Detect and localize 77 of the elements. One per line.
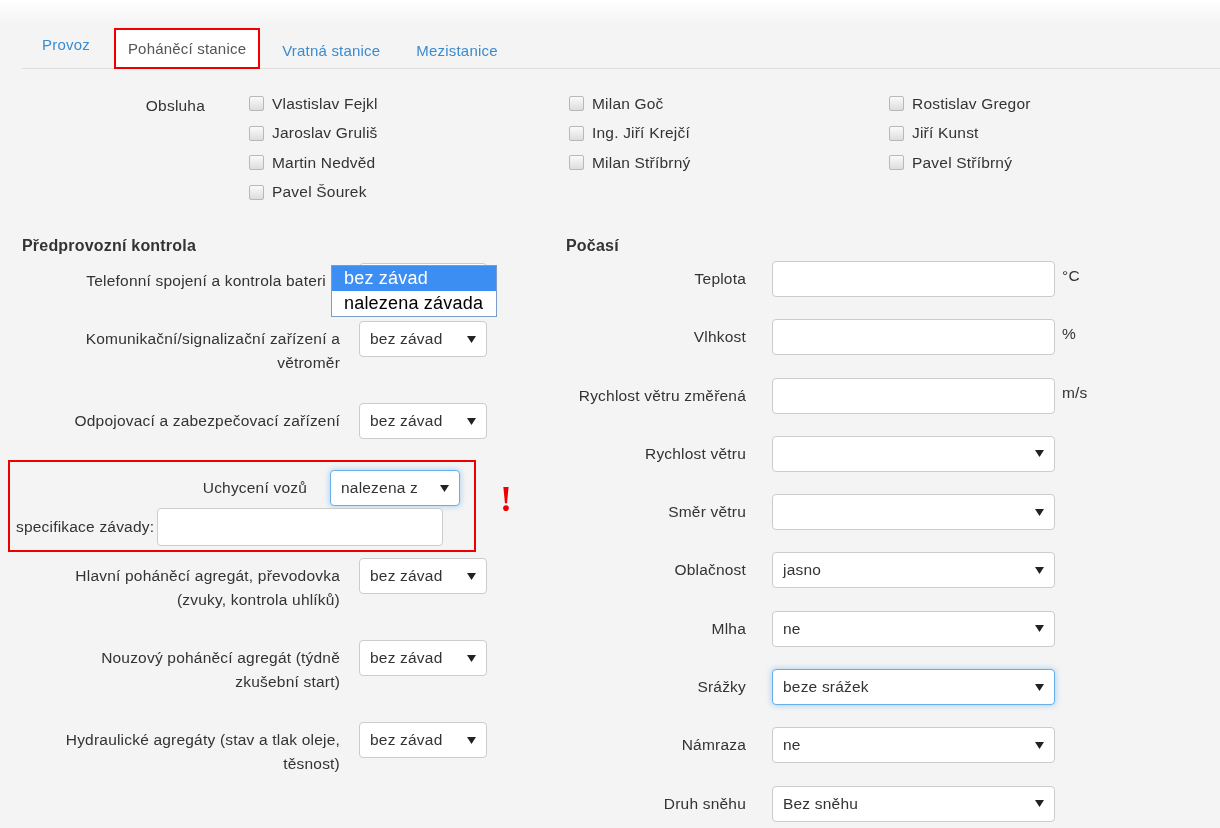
section-heading: Počasí xyxy=(566,236,620,254)
field-label: Oblačnost xyxy=(674,561,746,580)
checkbox[interactable] xyxy=(569,125,584,141)
text-input-field[interactable] xyxy=(157,508,444,546)
checkbox[interactable] xyxy=(249,96,264,112)
checkbox-label: Milan Stříbrný xyxy=(592,153,691,172)
checkbox[interactable] xyxy=(569,96,584,112)
field-label: Nouzový poháněcí agregát (týdně zkušební start) xyxy=(100,648,340,692)
caret-icon xyxy=(467,417,476,425)
unit-label: m/s xyxy=(1062,382,1089,402)
checkbox-label: Vlastislav Fejkl xyxy=(272,94,378,113)
caret-icon xyxy=(1035,508,1044,516)
checkbox-label: Martin Nedvěd xyxy=(272,153,376,172)
field-label: Rychlost větru změřená xyxy=(578,386,746,405)
checkbox[interactable] xyxy=(249,155,264,171)
checkbox[interactable] xyxy=(569,155,584,171)
alert-mark: ! xyxy=(500,478,513,520)
field-label: Námraza xyxy=(681,736,746,755)
caret-icon xyxy=(440,484,449,492)
section-heading: Předprovozní kontrola xyxy=(22,236,197,254)
caret-icon xyxy=(467,572,476,580)
dropdown[interactable]: jasno xyxy=(772,552,1055,589)
dropdown[interactable]: beze srážek xyxy=(772,669,1055,706)
checkbox[interactable] xyxy=(889,96,904,112)
dropdown[interactable]: bez závad xyxy=(359,640,487,676)
caret-icon xyxy=(1035,625,1044,633)
caret-icon xyxy=(1035,567,1044,574)
field-label: Vlhkost xyxy=(693,328,746,347)
dropdown-option[interactable]: nalezena závada xyxy=(332,291,496,316)
caret-icon xyxy=(1035,450,1044,458)
field-label: specifikace závady: xyxy=(15,518,156,536)
field-label: Srážky xyxy=(697,678,746,697)
field-label: Hydraulické agregáty (stav a tlak oleje, těsnost) xyxy=(64,730,340,774)
field-label: Uchycení vozů xyxy=(202,479,308,497)
field-label: Mlha xyxy=(711,619,746,638)
checkbox[interactable] xyxy=(249,184,264,200)
checkbox-label: Jaroslav Gruliš xyxy=(272,124,378,143)
dropdown[interactable]: bez závad xyxy=(359,321,487,357)
dropdown[interactable]: bez závad xyxy=(359,558,487,594)
field-label: Hlavní poháněcí agregát, převodovka (zvuky, kontrola uhlíků) xyxy=(74,566,340,610)
checkbox[interactable] xyxy=(889,155,904,171)
checkbox[interactable] xyxy=(889,125,904,141)
caret-icon xyxy=(1035,741,1044,749)
field-label: Druh sněhu xyxy=(663,794,746,813)
checkbox-label: Ing. Jiří Krejčí xyxy=(592,124,690,143)
dropdown[interactable]: ne xyxy=(772,727,1055,764)
caret-icon xyxy=(1035,683,1044,691)
unit-label: °C xyxy=(1062,266,1081,285)
tab[interactable]: Poháněcí stanice xyxy=(113,28,261,69)
field-label: Telefonní spojení a kontrola bateri xyxy=(86,271,326,291)
field-label: Komunikační/signalizační zařízení a větroměr xyxy=(84,329,340,373)
caret-icon xyxy=(467,654,476,662)
dropdown[interactable]: nalezena z xyxy=(330,470,460,506)
checkbox[interactable] xyxy=(249,125,264,141)
field-label: Rychlost větru xyxy=(645,444,746,463)
text-input-field[interactable] xyxy=(772,319,1055,356)
checkbox-label: Pavel Šourek xyxy=(272,183,367,202)
text-input-field[interactable] xyxy=(772,261,1055,297)
dropdown[interactable]: ne xyxy=(772,610,1055,647)
caret-icon xyxy=(467,335,476,343)
unit-label: % xyxy=(1062,324,1077,344)
checkbox-label: Milan Goč xyxy=(592,94,664,113)
dropdown[interactable] xyxy=(772,494,1055,531)
checkbox-label: Rostislav Gregor xyxy=(912,94,1031,113)
field-label: Směr větru xyxy=(668,503,746,522)
checkbox-label: Jiří Kunst xyxy=(912,124,979,143)
field-label: Teplota xyxy=(694,270,746,288)
checkbox-label: Pavel Stříbrný xyxy=(912,153,1013,172)
caret-icon xyxy=(1035,800,1044,808)
field-label: Odpojovací a zabezpečovací zařízení xyxy=(74,411,340,431)
caret-icon xyxy=(467,736,476,744)
text-input-field[interactable] xyxy=(772,377,1055,414)
dropdown[interactable]: Bez sněhu xyxy=(772,785,1055,822)
dropdown[interactable]: bez závad xyxy=(359,403,487,439)
field-label: Obsluha xyxy=(144,96,206,116)
dropdown[interactable] xyxy=(772,435,1055,472)
dropdown[interactable]: bez závad xyxy=(359,722,487,758)
